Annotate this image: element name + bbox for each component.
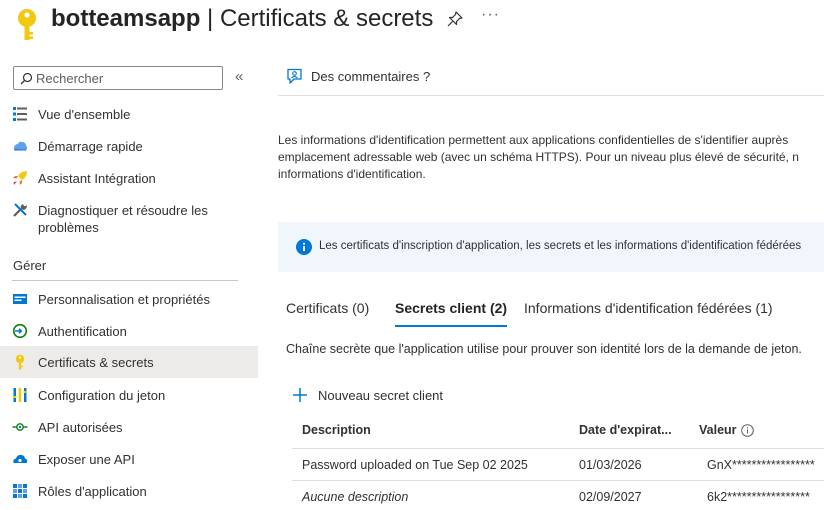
new-client-secret-label: Nouveau secret client [318,387,444,403]
sidebar-item-api-permissions[interactable]: API autorisées [0,415,258,439]
sidebar-item-label: Diagnostiquer et résoudre les problèmes [38,203,208,235]
sidebar-item-expose-api[interactable]: Exposer une API [0,447,258,471]
tab-federated-credentials[interactable]: Informations d'identification fédérées (… [524,300,773,328]
sidebar-item-certificates-secrets[interactable]: Certificats & secrets [0,346,258,378]
more-options-icon[interactable]: ··· [481,6,500,24]
tab-description: Chaîne secrète que l'application utilise… [286,342,802,356]
sidebar-item-label: Authentification [38,324,127,339]
tab-certificates[interactable]: Certificats (0) [286,300,369,328]
secret-value[interactable]: GnX***************** [707,458,815,472]
api-permissions-icon [12,423,28,431]
sidebar-item-label: Démarrage rapide [38,139,143,154]
token-icon [13,388,27,402]
search-box[interactable] [13,66,223,90]
secret-description: Aucune description [302,490,409,504]
quickstart-icon [14,141,28,151]
column-header-value[interactable]: Valeur [699,423,754,437]
sidebar-item-branding[interactable]: Personnalisation et propriétés [0,287,258,311]
feedback-label: Des commentaires ? [311,69,431,84]
branding-icon [13,294,27,304]
sidebar-item-diagnose[interactable]: Diagnostiquer et résoudre les problèmes [0,198,258,238]
key-app-icon [18,9,36,40]
page-title: botteamsapp | Certificats & secrets [51,5,433,33]
sidebar-item-label: Configuration du jeton [38,388,166,403]
sidebar-item-authentication[interactable]: Authentification [0,319,258,343]
intro-paragraph: Les informations d'identification permet… [278,132,824,183]
new-client-secret-button[interactable]: Nouveau secret client [292,387,443,403]
feedback-icon [287,68,302,84]
section-divider [12,280,238,281]
sidebar-item-integration-assistant[interactable]: Assistant Intégration [0,166,258,190]
secret-value[interactable]: 6k2***************** [707,490,810,504]
sidebar-item-label: Rôles d'application [38,484,147,499]
page-title-text: Certificats & secrets [219,5,434,32]
main-content: Des commentaires ? Les informations d'id… [278,60,824,510]
pin-icon[interactable] [446,10,464,28]
cloud-icon [13,454,28,463]
app-name: botteamsapp [51,5,201,32]
sidebar-item-quickstart[interactable]: Démarrage rapide [0,134,258,158]
sidebar-item-token-configuration[interactable]: Configuration du jeton [0,383,258,407]
command-bar-divider [278,95,824,96]
info-banner-text: Les certificats d'inscription d'applicat… [319,240,802,252]
collapse-sidebar-icon[interactable]: « [235,68,243,85]
sidebar-item-label: Certificats & secrets [38,355,154,370]
sidebar-item-label: API autorisées [38,420,123,435]
column-header-value-label: Valeur [699,423,737,437]
tab-client-secrets[interactable]: Secrets client (2) [395,300,508,328]
sidebar-item-overview[interactable]: Vue d'ensemble [0,102,258,126]
sidebar-item-app-roles[interactable]: Rôles d'application [0,479,258,503]
wrench-icon [13,203,27,217]
sidebar-item-label: Assistant Intégration [38,171,156,186]
plus-icon [293,388,307,402]
authentication-icon [12,323,28,339]
app-roles-icon [13,484,27,498]
intro-line: informations d'identification. [278,167,426,181]
info-icon [296,239,312,255]
feedback-button[interactable]: Des commentaires ? [286,68,430,85]
search-input[interactable] [36,69,216,87]
table-header-divider [292,448,824,449]
overview-icon [13,107,27,121]
secret-expiry: 01/03/2026 [579,458,642,472]
rocket-icon [13,171,27,185]
info-tooltip-icon[interactable] [740,423,754,437]
info-banner: Les certificats d'inscription d'applicat… [278,222,824,272]
intro-line: Les informations d'identification permet… [278,133,789,147]
search-icon [20,72,33,85]
section-label-manage: Gérer [13,258,47,273]
sidebar-item-label: Exposer une API [38,452,135,467]
table-row-divider [292,480,824,481]
title-separator: | [200,5,220,32]
column-header-expiry[interactable]: Date d'expirat... [579,423,672,437]
sidebar-item-label: Vue d'ensemble [38,107,131,122]
intro-line: emplacement adressable web (avec un sché… [278,150,799,164]
secret-expiry: 02/09/2027 [579,490,642,504]
key-icon [15,354,25,370]
sidebar-item-label: Personnalisation et propriétés [38,292,210,307]
secret-description: Password uploaded on Tue Sep 02 2025 [302,458,528,472]
blade-header: botteamsapp | Certificats & secrets ··· [0,0,824,50]
column-header-description[interactable]: Description [302,423,371,437]
sidebar: « Vue d'ensemble Démarrage rapide Assist… [0,60,258,510]
